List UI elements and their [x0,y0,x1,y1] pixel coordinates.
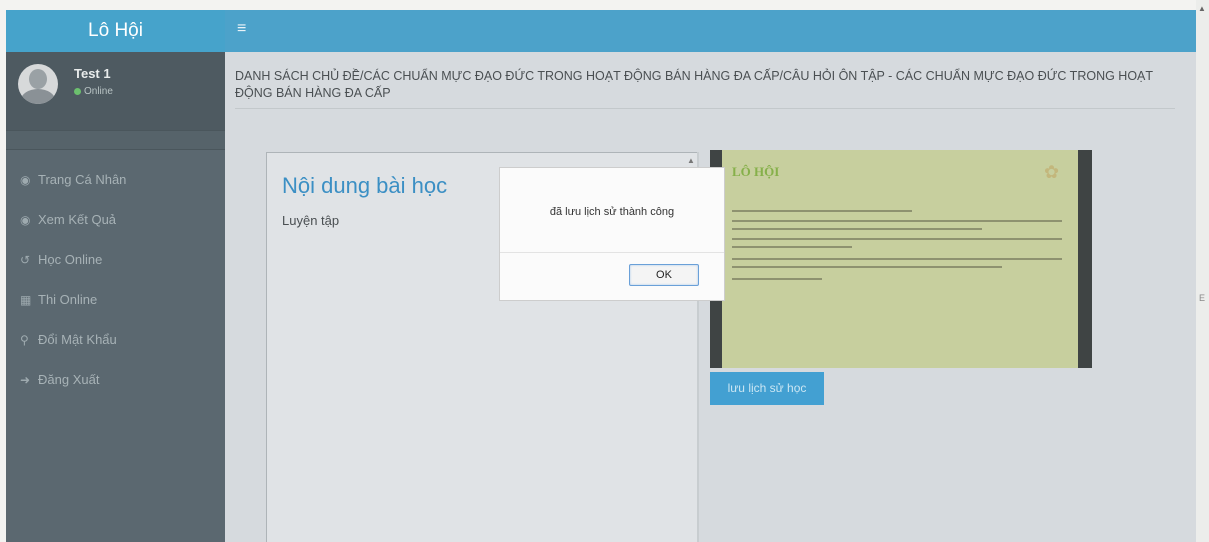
slide-text-line [732,210,912,212]
sidebar-item-hoc-online[interactable]: ↺ Học Online [6,240,225,280]
sign-out-icon: ➜ [20,373,31,387]
user-circle-icon: ◉ [20,213,31,227]
key-icon: ⚲ [20,333,29,347]
scroll-up-icon[interactable]: ▲ [687,156,695,165]
slide-text-line [732,278,822,280]
lesson-subtitle: Luyện tập [282,213,340,228]
alert-dialog: đã lưu lịch sử thành công OK [499,167,725,301]
slide-text-line [732,238,1062,240]
sidebar-item-thi-online[interactable]: ▦ Thi Online [6,280,225,320]
lesson-slide-image: LÔ HỘI ✿ [710,150,1092,368]
divider [500,252,724,253]
user-name: Test 1 [74,66,111,81]
sidebar-item-doi-mat-khau[interactable]: ⚲ Đổi Mật Khẩu [6,320,225,360]
user-circle-icon: ◉ [20,173,31,187]
scroll-up-icon[interactable]: ▲ [1198,4,1206,13]
user-status: Online [74,86,113,97]
sidebar-item-trang-ca-nhan[interactable]: ◉ Trang Cá Nhân [6,160,225,200]
dialog-message: đã lưu lịch sử thành công [549,206,675,218]
hamburger-icon[interactable]: ≡ [237,20,246,38]
user-panel: Test 1 Online [6,52,225,130]
flower-icon: ✿ [1044,162,1060,182]
sidebar-search[interactable] [6,130,225,150]
sidebar: Lô Hội Test 1 Online ◉ Trang Cá Nhân ◉ Xem… [6,10,225,542]
sidebar-item-dang-xuat[interactable]: ➜ Đăng Xuất [6,360,225,400]
slide-text-line [732,258,1062,260]
save-history-button[interactable]: lưu lịch sử học [710,372,824,405]
online-dot-icon [74,87,81,95]
page-scrollbar[interactable]: ▲ E [1196,0,1209,542]
history-icon: ↺ [20,253,31,267]
avatar [18,64,58,104]
app-window: Lô Hội Test 1 Online ◉ Trang Cá Nhân ◉ Xem… [6,10,1196,542]
slide-content: LÔ HỘI ✿ [722,150,1078,368]
sidebar-item-xem-ket-qua[interactable]: ◉ Xem Kết Quả [6,200,225,240]
brand-logo[interactable]: Lô Hội [6,10,225,52]
slide-text-line [732,228,982,230]
scrollbar-marker: E [1199,293,1206,303]
top-navbar: ≡ [225,10,1196,52]
slide-text-line [732,220,1062,222]
ok-button[interactable]: OK [629,264,699,286]
calendar-icon: ▦ [20,293,32,307]
slide-text-line [732,266,1002,268]
slide-logo: LÔ HỘI [732,164,780,179]
slide-text-line [732,246,852,248]
lesson-title: Nội dung bài học [282,173,448,198]
page-title: Danh sách chủ đề/CÁC CHUẨN MỰC ĐẠO ĐỨC T… [235,68,1175,109]
sidebar-menu: ◉ Trang Cá Nhân ◉ Xem Kết Quả ↺ Học Online … [6,160,225,400]
